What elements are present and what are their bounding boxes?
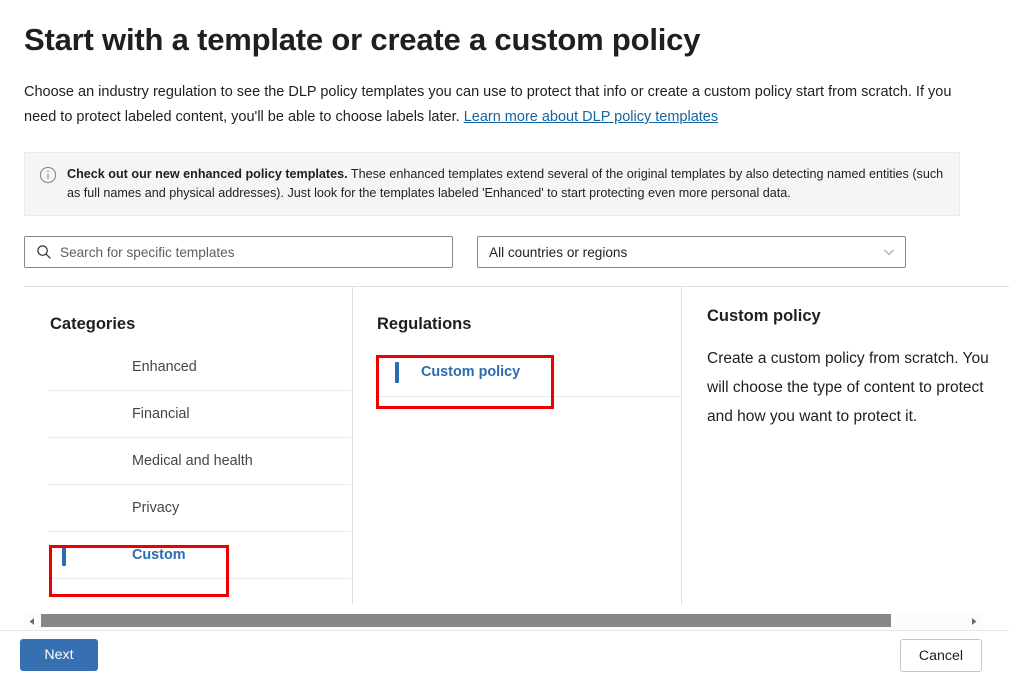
regulations-column: Regulations Custom policy <box>352 287 681 604</box>
country-region-selected-value: All countries or regions <box>489 245 627 260</box>
banner-text: Check out our new enhanced policy templa… <box>67 165 947 203</box>
categories-column: Categories Enhanced Financial Medical an… <box>24 287 352 604</box>
chevron-down-icon <box>883 246 895 258</box>
horizontal-scrollbar[interactable] <box>24 613 982 630</box>
banner-bold-text: Check out our new enhanced policy templa… <box>67 167 348 181</box>
search-box[interactable] <box>24 236 453 268</box>
scrollbar-track[interactable] <box>41 613 965 630</box>
category-label: Financial <box>48 406 190 422</box>
scroll-right-arrow-icon[interactable] <box>965 613 982 630</box>
regulations-list: Custom policy <box>377 347 680 397</box>
category-item-custom[interactable]: Custom <box>48 532 351 579</box>
cancel-button[interactable]: Cancel <box>900 639 982 672</box>
selection-indicator-bar <box>395 362 399 383</box>
search-input[interactable] <box>60 245 452 260</box>
detail-title: Custom policy <box>707 287 1009 326</box>
intro-paragraph: Choose an industry regulation to see the… <box>24 80 959 130</box>
category-label: Enhanced <box>48 359 197 375</box>
categories-heading: Categories <box>24 287 352 334</box>
category-item-medical-and-health[interactable]: Medical and health <box>48 438 351 485</box>
category-item-privacy[interactable]: Privacy <box>48 485 351 532</box>
filters-row: All countries or regions <box>24 236 1009 268</box>
scrollbar-thumb[interactable] <box>41 614 891 627</box>
next-button[interactable]: Next <box>20 639 98 671</box>
category-label: Medical and health <box>48 453 253 469</box>
detail-description: Create a custom policy from scratch. You… <box>707 344 1007 431</box>
learn-more-dlp-link[interactable]: Learn more about DLP policy templates <box>464 109 718 125</box>
category-label: Privacy <box>48 500 179 516</box>
info-circle-icon <box>39 166 57 184</box>
search-icon <box>36 244 52 260</box>
content-area: Start with a template or create a custom… <box>24 0 1009 604</box>
detail-column: Custom policy Create a custom policy fro… <box>681 287 1009 604</box>
category-item-financial[interactable]: Financial <box>48 391 351 438</box>
categories-list: Enhanced Financial Medical and health Pr… <box>48 344 351 579</box>
scroll-left-arrow-icon[interactable] <box>24 613 41 630</box>
country-region-dropdown[interactable]: All countries or regions <box>477 236 906 268</box>
enhanced-templates-banner: Check out our new enhanced policy templa… <box>24 152 960 216</box>
page-title: Start with a template or create a custom… <box>24 0 1009 60</box>
selection-indicator-bar <box>62 545 66 566</box>
category-item-enhanced[interactable]: Enhanced <box>48 344 351 391</box>
regulations-heading: Regulations <box>377 287 681 334</box>
footer-action-bar: Next Cancel <box>0 630 1009 673</box>
page-root: Start with a template or create a custom… <box>0 0 1009 673</box>
regulation-item-custom-policy[interactable]: Custom policy <box>377 347 680 397</box>
template-browser: Categories Enhanced Financial Medical an… <box>24 286 1009 604</box>
category-label: Custom <box>48 547 186 563</box>
